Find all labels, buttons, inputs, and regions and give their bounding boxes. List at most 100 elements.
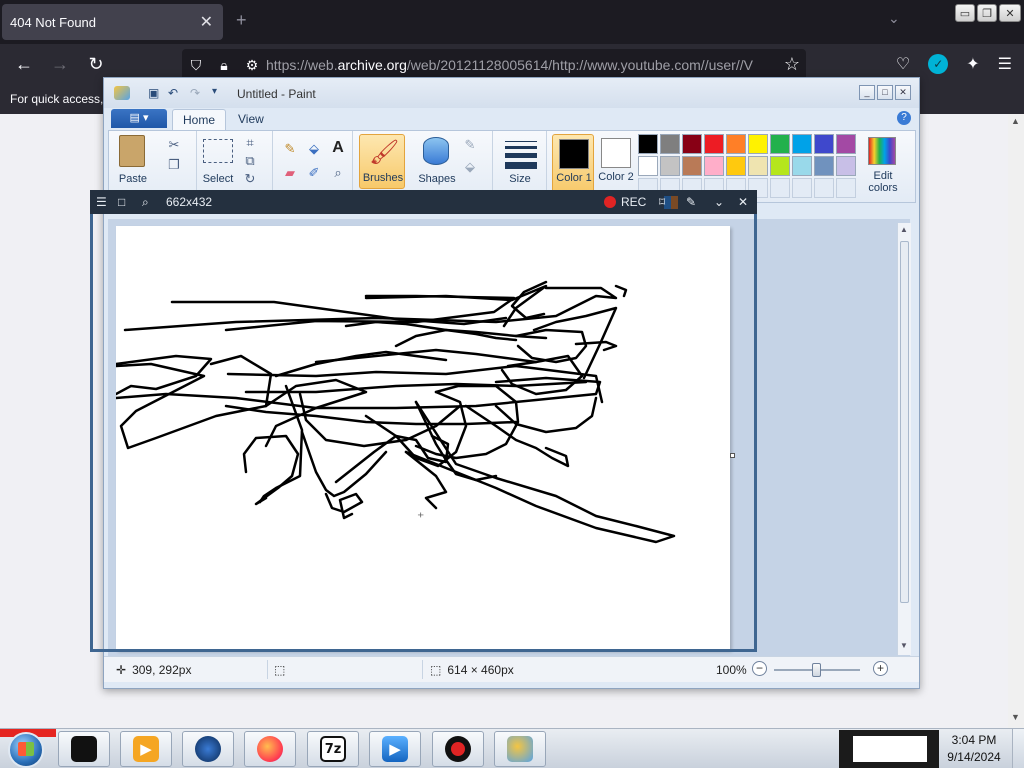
palette-empty-slot[interactable] <box>792 178 812 198</box>
back-arrow-icon[interactable]: ← <box>13 54 35 75</box>
new-tab-button[interactable]: + <box>236 10 247 31</box>
recorder-color-icon[interactable] <box>664 196 678 209</box>
canvas-scroll-thumb[interactable] <box>900 241 909 603</box>
taskbar-paint[interactable] <box>494 731 546 767</box>
close-window-button[interactable]: ✕ <box>999 4 1021 22</box>
scroll-up-arrow-icon[interactable]: ▲ <box>1011 116 1020 126</box>
customize-quick-access-icon[interactable]: ▾ <box>212 86 217 97</box>
taskbar-player[interactable]: ▶ <box>369 731 421 767</box>
restore-button[interactable]: ❐ <box>977 4 997 22</box>
cut-icon[interactable]: ✂ <box>165 137 183 153</box>
palette-empty-slot[interactable] <box>814 178 834 198</box>
color-picker-icon[interactable]: ✐ <box>305 165 323 181</box>
paint-maximize-button[interactable]: □ <box>877 85 893 100</box>
edit-colors-button[interactable]: Edit colors <box>861 134 905 196</box>
palette-swatch[interactable] <box>638 134 658 154</box>
color2-button[interactable]: Color 2 <box>595 134 637 194</box>
paint-close-button[interactable]: ✕ <box>895 85 911 100</box>
show-desktop-button[interactable] <box>1012 729 1024 768</box>
crop-icon[interactable]: ⌗ <box>241 135 259 151</box>
file-menu-button[interactable]: ▤ ▾ <box>111 109 167 128</box>
palette-swatch[interactable] <box>704 134 724 154</box>
shapes-label[interactable]: Shapes <box>413 173 461 185</box>
shapes-icon[interactable] <box>423 137 449 165</box>
size-icon[interactable] <box>505 141 537 169</box>
record-button[interactable]: REC <box>604 195 646 209</box>
taskbar-media-player[interactable]: ▶ <box>120 731 172 767</box>
tab-close-icon[interactable]: ✕ <box>200 12 213 32</box>
copy-icon[interactable]: ❐ <box>165 157 183 173</box>
palette-swatch[interactable] <box>836 156 856 176</box>
clock[interactable]: 3:04 PM 9/14/2024 <box>940 732 1008 766</box>
zoom-slider-knob[interactable] <box>812 663 821 677</box>
bookmark-star-icon[interactable]: ☆ <box>784 54 800 75</box>
list-all-tabs-icon[interactable]: ⌄ <box>888 10 900 27</box>
page-scrollbar[interactable]: ▲ ▼ <box>1008 114 1024 728</box>
palette-swatch[interactable] <box>682 156 702 176</box>
magnifier-icon[interactable]: ⌕ <box>329 165 347 181</box>
permissions-icon[interactable]: ⚙ <box>238 57 266 74</box>
palette-swatch[interactable] <box>814 134 834 154</box>
canvas-scroll-down-icon[interactable]: ▼ <box>900 641 908 650</box>
color1-button[interactable]: Color 1 <box>552 134 594 194</box>
palette-swatch[interactable] <box>660 134 680 154</box>
extensions-icon[interactable]: ✦ <box>966 54 979 74</box>
recorder-collapse-icon[interactable]: ⌄ <box>714 195 724 209</box>
start-button[interactable] <box>0 729 56 768</box>
paste-icon[interactable] <box>119 135 145 167</box>
palette-swatch[interactable] <box>836 134 856 154</box>
tab-active[interactable]: 404 Not Found ✕ <box>2 4 223 40</box>
undo-icon[interactable]: ↶ <box>168 86 178 100</box>
lock-icon[interactable]: 🔒︎ <box>210 57 238 74</box>
redo-icon[interactable]: ↷ <box>190 86 200 100</box>
recorder-fullscreen-icon[interactable]: □ <box>118 195 125 209</box>
palette-swatch[interactable] <box>638 156 658 176</box>
scroll-down-arrow-icon[interactable]: ▼ <box>1011 712 1020 722</box>
pencil-icon[interactable]: ✎ <box>281 141 299 157</box>
url-text[interactable]: https://web.archive.org/web/201211280056… <box>266 57 776 73</box>
palette-swatch[interactable] <box>660 156 680 176</box>
recorder-menu-icon[interactable]: ☰ <box>96 195 107 209</box>
palette-swatch[interactable] <box>748 134 768 154</box>
eraser-icon[interactable]: ▰ <box>281 165 299 181</box>
select-label[interactable]: Select <box>199 173 237 185</box>
pocket-icon[interactable]: ♡ <box>896 54 910 74</box>
recorder-close-icon[interactable]: ✕ <box>738 195 748 209</box>
help-icon[interactable]: ? <box>897 111 911 125</box>
taskbar-firefox[interactable] <box>244 731 296 767</box>
tab-home[interactable]: Home <box>172 109 227 130</box>
tab-view[interactable]: View <box>228 109 274 130</box>
palette-swatch[interactable] <box>792 156 812 176</box>
paint-minimize-button[interactable]: _ <box>859 85 875 100</box>
palette-swatch[interactable] <box>726 134 746 154</box>
zoom-slider[interactable] <box>774 663 860 677</box>
fill-shape-icon[interactable]: ⬙ <box>461 159 479 175</box>
screenshot-camera-icon[interactable]: ⌑ <box>659 195 665 209</box>
canvas-scrollbar[interactable]: ▲ ▼ <box>897 223 911 655</box>
palette-swatch[interactable] <box>704 156 724 176</box>
forward-arrow-icon[interactable]: → <box>49 54 71 75</box>
taskbar-7zip[interactable]: 7z <box>307 731 359 767</box>
minimize-button[interactable]: ▭ <box>955 4 975 22</box>
paint-app-icon[interactable] <box>114 86 130 100</box>
vpn-check-icon[interactable]: ✓ <box>928 54 949 74</box>
brushes-button[interactable]: 🖌︎ Brushes <box>359 134 405 189</box>
resize-icon[interactable]: ⧉ <box>241 153 259 169</box>
zoom-out-button[interactable]: − <box>752 661 767 676</box>
palette-swatch[interactable] <box>792 134 812 154</box>
palette-swatch[interactable] <box>814 156 834 176</box>
palette-swatch[interactable] <box>748 156 768 176</box>
palette-empty-slot[interactable] <box>836 178 856 198</box>
text-tool-icon[interactable]: A <box>329 139 347 156</box>
taskbar-recorder[interactable] <box>432 731 484 767</box>
canvas-scroll-up-icon[interactable]: ▲ <box>900 225 908 234</box>
palette-swatch[interactable] <box>770 156 790 176</box>
size-label[interactable]: Size <box>501 173 539 185</box>
reload-icon[interactable]: ↻ <box>85 54 107 75</box>
recorder-region-icon[interactable]: ⌕ <box>142 195 149 210</box>
fill-icon[interactable]: ⬙ <box>305 141 323 157</box>
save-icon[interactable]: ▣ <box>148 86 159 100</box>
palette-swatch[interactable] <box>682 134 702 154</box>
palette-swatch[interactable] <box>770 134 790 154</box>
recorder-pen-icon[interactable]: ✎ <box>686 195 696 209</box>
